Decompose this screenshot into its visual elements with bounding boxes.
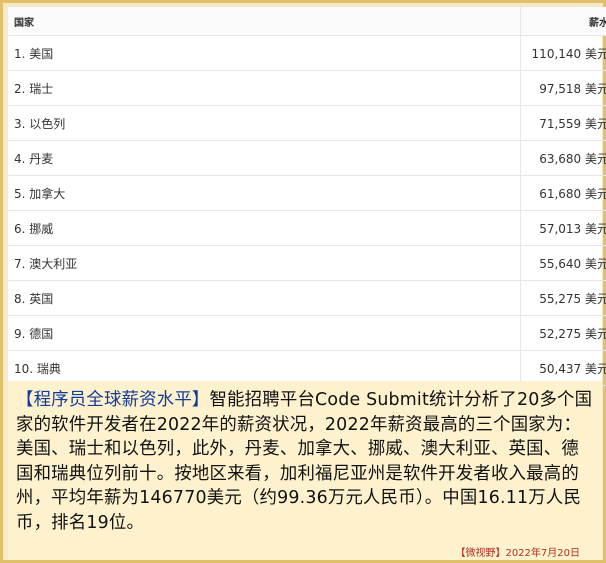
salary-cell: 97,518 美元 (520, 70, 606, 106)
table-row: 5. 加拿大 61,680 美元 (8, 175, 606, 211)
salary-cell: 52,275 美元 (520, 315, 606, 351)
table-row: 3. 以色列 71,559 美元 (8, 105, 606, 141)
country-cell: 4. 丹麦 (8, 140, 521, 176)
table-row: 8. 英国 55,275 美元 (8, 280, 606, 316)
table-row: 1. 美国 110,140 美元 (8, 35, 606, 71)
image-frame: 国家 薪水 1. 美国 110,140 美元 2. 瑞士 97,518 美元 3… (0, 0, 606, 563)
content-panel: 国家 薪水 1. 美国 110,140 美元 2. 瑞士 97,518 美元 3… (8, 7, 606, 560)
header-country: 国家 (8, 7, 521, 36)
salary-cell: 110,140 美元 (520, 35, 606, 71)
salary-ranking-table: 国家 薪水 1. 美国 110,140 美元 2. 瑞士 97,518 美元 3… (8, 7, 606, 386)
table-row: 2. 瑞士 97,518 美元 (8, 70, 606, 106)
caption-body: 智能招聘平台Code Submit统计分析了20多个国家的软件开发者在2022年… (16, 390, 593, 533)
country-cell: 1. 美国 (8, 35, 521, 71)
country-cell: 5. 加拿大 (8, 175, 521, 211)
salary-cell: 61,680 美元 (520, 175, 606, 211)
salary-cell: 55,275 美元 (520, 280, 606, 316)
source-footer: 【微视野】2022年7月20日 (8, 547, 602, 560)
country-cell: 2. 瑞士 (8, 70, 521, 106)
table-row: 4. 丹麦 63,680 美元 (8, 140, 606, 176)
source-date: 【微视野】2022年7月20日 (455, 548, 580, 559)
salary-cell: 57,013 美元 (520, 210, 606, 246)
salary-cell: 55,640 美元 (520, 245, 606, 281)
news-caption: 【程序员全球薪资水平】智能招聘平台Code Submit统计分析了20多个国家的… (8, 381, 602, 547)
table-header-row: 国家 薪水 (8, 7, 606, 36)
country-cell: 8. 英国 (8, 280, 521, 316)
country-cell: 7. 澳大利亚 (8, 245, 521, 281)
table-row: 6. 挪威 57,013 美元 (8, 210, 606, 246)
country-cell: 3. 以色列 (8, 105, 521, 141)
table-row: 7. 澳大利亚 55,640 美元 (8, 245, 606, 281)
table-row: 9. 德国 52,275 美元 (8, 315, 606, 351)
header-salary: 薪水 (520, 7, 606, 36)
salary-cell: 71,559 美元 (520, 105, 606, 141)
caption-headline: 【程序员全球薪资水平】 (16, 390, 210, 410)
country-cell: 9. 德国 (8, 315, 521, 351)
salary-cell: 63,680 美元 (520, 140, 606, 176)
country-cell: 6. 挪威 (8, 210, 521, 246)
